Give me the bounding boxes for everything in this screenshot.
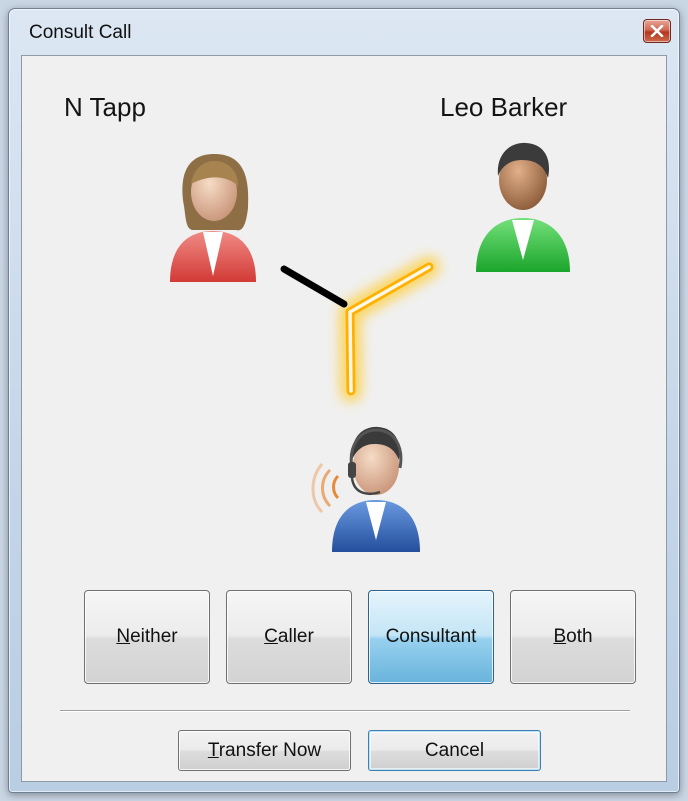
cancel-button[interactable]: Cancel	[368, 730, 541, 771]
person-male-icon	[476, 142, 570, 272]
transfer-mnemonic: T	[207, 740, 219, 761]
both-mnemonic: B	[553, 626, 567, 647]
neither-button[interactable]: Neither	[84, 590, 210, 684]
person-female-icon	[170, 154, 256, 282]
consultant-label: Consultant	[385, 626, 477, 647]
both-label: oth	[566, 626, 593, 647]
title-bar[interactable]: Consult Call	[9, 9, 679, 55]
consult-call-dialog: Consult Call N Tapp Leo Barker Neither C…	[8, 8, 680, 793]
neither-mnemonic: N	[116, 626, 131, 647]
caller-button[interactable]: Caller	[226, 590, 352, 684]
caller-label: aller	[277, 626, 314, 647]
cancel-label: Cancel	[424, 740, 485, 761]
close-button[interactable]	[643, 19, 671, 43]
dialog-body: N Tapp Leo Barker Neither Caller Consult…	[21, 55, 667, 782]
agent-headset-icon	[311, 426, 420, 552]
caller-mnemonic: C	[264, 626, 278, 647]
window-title: Consult Call	[29, 22, 132, 43]
consultant-connection-glow	[339, 256, 440, 402]
transfer-label: ransfer Now	[218, 740, 322, 761]
consultant-button[interactable]: Consultant	[368, 590, 494, 684]
caller-connection-line	[280, 265, 348, 308]
neither-label: either	[130, 626, 178, 647]
transfer-now-button[interactable]: Transfer Now	[178, 730, 351, 771]
separator	[60, 710, 630, 712]
both-button[interactable]: Both	[510, 590, 636, 684]
close-icon	[650, 25, 664, 37]
